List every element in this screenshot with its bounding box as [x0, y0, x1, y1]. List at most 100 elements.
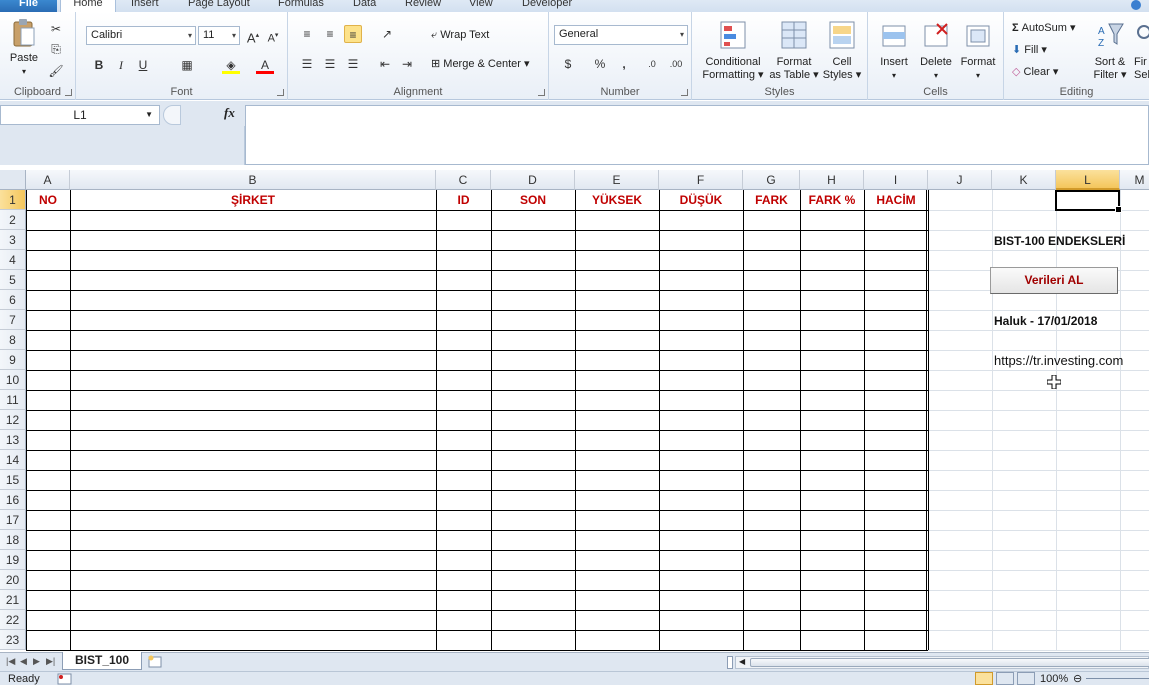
row-header-21[interactable]: 21 — [0, 590, 26, 610]
horizontal-scrollbar[interactable]: ◀ — [735, 656, 1149, 669]
bold-button[interactable]: B — [90, 56, 108, 74]
percent-button[interactable]: % — [591, 55, 609, 73]
scroll-left-icon[interactable]: ◀ — [739, 657, 745, 666]
align-left-icon[interactable]: ☰ — [298, 55, 316, 73]
macro-record-icon[interactable] — [57, 673, 73, 685]
header-yuksek[interactable]: YÜKSEK — [575, 191, 659, 210]
name-box[interactable]: L1 ▼ — [0, 105, 160, 125]
row-header-2[interactable]: 2 — [0, 210, 26, 230]
tab-insert[interactable]: Insert — [127, 0, 163, 12]
tab-view[interactable]: View — [465, 0, 497, 12]
column-header-b[interactable]: B — [70, 170, 436, 190]
column-header-a[interactable]: A — [26, 170, 70, 190]
row-header-8[interactable]: 8 — [0, 330, 26, 350]
row-header-19[interactable]: 19 — [0, 550, 26, 570]
row-header-13[interactable]: 13 — [0, 430, 26, 450]
tab-home[interactable]: Home — [60, 0, 116, 12]
format-as-table-button[interactable]: Format as Table ▾ — [768, 20, 820, 82]
verileri-al-button[interactable]: Verileri AL — [990, 267, 1118, 294]
autosum-button[interactable]: Σ AutoSum ▾ — [1012, 21, 1076, 35]
normal-view-icon[interactable] — [975, 672, 993, 685]
italic-button[interactable]: I — [112, 56, 130, 74]
insert-cells-button[interactable]: Insert ▾ — [874, 20, 914, 82]
clear-button[interactable]: ◇ Clear ▾ — [1012, 65, 1058, 79]
row-header-12[interactable]: 12 — [0, 410, 26, 430]
number-format-select[interactable]: General ▾ — [554, 25, 688, 45]
align-bottom-icon[interactable]: ≡ — [344, 25, 362, 43]
column-header-f[interactable]: F — [659, 170, 743, 190]
row-header-20[interactable]: 20 — [0, 570, 26, 590]
orientation-icon[interactable]: ↗ — [378, 25, 396, 43]
tab-data[interactable]: Data — [349, 0, 380, 12]
tab-formulas[interactable]: Formulas — [274, 0, 328, 12]
delete-cells-button[interactable]: Delete ▾ — [916, 20, 956, 82]
zoom-out-icon[interactable]: ⊖ — [1073, 672, 1082, 685]
accounting-format-icon[interactable]: $ — [559, 55, 577, 73]
column-header-l[interactable]: L — [1056, 170, 1120, 190]
row-header-14[interactable]: 14 — [0, 450, 26, 470]
decrease-indent-icon[interactable]: ⇤ — [376, 55, 394, 73]
align-top-icon[interactable]: ≡ — [298, 25, 316, 43]
shrink-font-button[interactable]: A▾ — [264, 27, 282, 45]
formula-bar-resize-handle[interactable] — [163, 105, 181, 125]
align-center-icon[interactable]: ☰ — [321, 55, 339, 73]
format-cells-button[interactable]: Format ▾ — [958, 20, 998, 82]
row-header-9[interactable]: 9 — [0, 350, 26, 370]
header-dusuk[interactable]: DÜŞÜK — [659, 191, 743, 210]
row-header-16[interactable]: 16 — [0, 490, 26, 510]
font-color-icon[interactable]: A — [256, 56, 274, 74]
header-fark-yuzde[interactable]: FARK % — [800, 191, 864, 210]
header-hacim[interactable]: HACİM — [864, 191, 928, 210]
help-icon[interactable] — [1130, 0, 1142, 12]
clipboard-launcher-icon[interactable] — [65, 89, 72, 96]
fill-button[interactable]: ⬇ Fill ▾ — [1012, 43, 1047, 57]
font-size-select[interactable]: 11 ▾ — [198, 26, 240, 45]
header-son[interactable]: SON — [491, 191, 575, 210]
formula-input[interactable] — [245, 105, 1149, 165]
row-header-3[interactable]: 3 — [0, 230, 26, 250]
column-header-j[interactable]: J — [928, 170, 992, 190]
tab-review[interactable]: Review — [401, 0, 445, 12]
row-header-18[interactable]: 18 — [0, 530, 26, 550]
tab-page-layout[interactable]: Page Layout — [184, 0, 254, 12]
source-url[interactable]: https://tr.investing.com — [994, 353, 1123, 368]
column-header-m[interactable]: M — [1120, 170, 1149, 190]
column-header-k[interactable]: K — [992, 170, 1056, 190]
sort-filter-button[interactable]: A Z Sort & Filter ▾ — [1090, 20, 1130, 82]
decrease-decimal-icon[interactable]: .00 — [667, 55, 685, 73]
format-painter-icon[interactable]: 🖌 — [47, 62, 65, 80]
paste-button[interactable]: Paste ▾ — [4, 18, 44, 78]
column-header-h[interactable]: H — [800, 170, 864, 190]
zoom-level[interactable]: 100% — [1040, 673, 1068, 685]
prev-sheet-icon[interactable]: ◀ — [20, 656, 27, 667]
tab-split-handle[interactable] — [727, 656, 733, 669]
column-header-g[interactable]: G — [743, 170, 800, 190]
header-id[interactable]: ID — [436, 191, 491, 210]
borders-icon[interactable]: ▦ — [178, 56, 196, 74]
row-header-17[interactable]: 17 — [0, 510, 26, 530]
zoom-slider[interactable] — [1086, 678, 1149, 679]
underline-button[interactable]: U — [134, 56, 152, 74]
font-launcher-icon[interactable] — [277, 89, 284, 96]
number-launcher-icon[interactable] — [681, 89, 688, 96]
increase-decimal-icon[interactable]: .0 — [643, 55, 661, 73]
worksheet-grid[interactable]: A B C D E F G H I J K L M 1 2 3 4 5 6 7 8 9 10 11 1… — [0, 170, 1149, 652]
grow-font-button[interactable]: A▴ — [244, 27, 262, 45]
sheet-tab-bist100[interactable]: BIST_100 — [62, 652, 142, 670]
column-header-e[interactable]: E — [575, 170, 659, 190]
select-all-corner[interactable] — [0, 170, 26, 190]
header-no[interactable]: NO — [26, 191, 70, 210]
row-header-1[interactable]: 1 — [0, 190, 26, 210]
column-header-i[interactable]: I — [864, 170, 928, 190]
column-header-c[interactable]: C — [436, 170, 491, 190]
bist100-title[interactable]: BIST-100 ENDEKSLERİ — [994, 234, 1125, 248]
cut-icon[interactable]: ✂ — [47, 20, 65, 38]
next-sheet-icon[interactable]: ▶ — [33, 656, 40, 667]
page-layout-view-icon[interactable] — [996, 672, 1014, 685]
cell-styles-button[interactable]: Cell Styles ▾ — [820, 20, 864, 82]
font-name-select[interactable]: Calibri ▾ — [86, 26, 196, 45]
row-header-7[interactable]: 7 — [0, 310, 26, 330]
comma-button[interactable]: , — [615, 55, 633, 73]
header-fark[interactable]: FARK — [743, 191, 800, 210]
column-header-d[interactable]: D — [491, 170, 575, 190]
